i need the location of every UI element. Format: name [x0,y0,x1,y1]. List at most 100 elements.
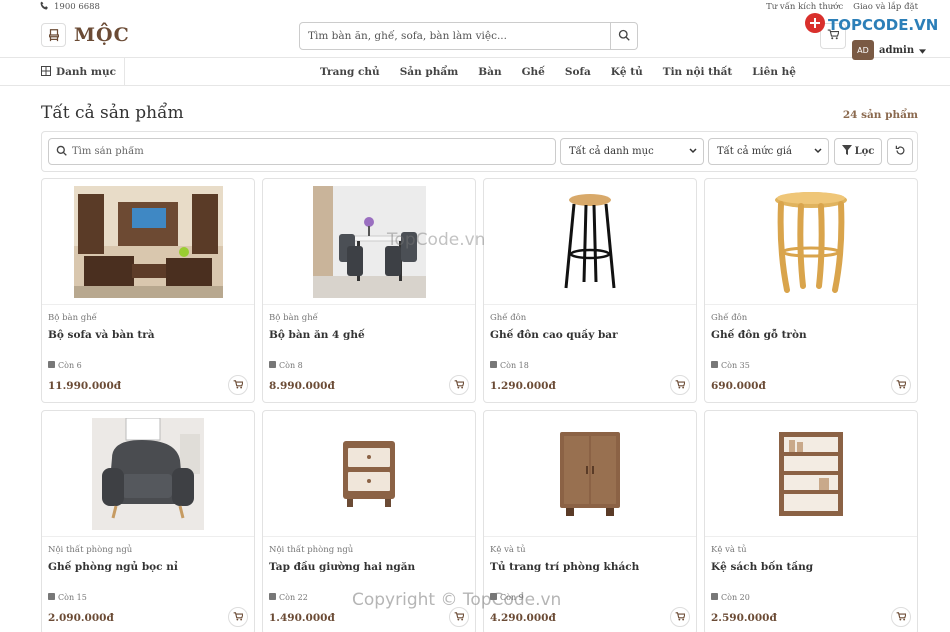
product-card[interactable]: Ghế đôn Ghế đôn cao quầy bar Còn 18 1.29… [483,178,697,403]
filter-bar: Tất cả danh mục Tất cả mức giá Lọc [41,131,918,172]
product-image[interactable] [42,411,254,537]
stock-info: Còn 35 [711,361,750,370]
nav-contact[interactable]: Liên hệ [752,66,796,78]
topcode-logo-icon [804,12,826,38]
product-card[interactable]: Bộ bàn ghế Bộ sofa và bàn trà Còn 6 11.9… [41,178,255,403]
nav-sofa[interactable]: Sofa [565,66,591,78]
cart-icon [675,379,686,392]
stock-text: Còn 18 [500,361,529,370]
add-to-cart-button[interactable] [891,375,911,395]
nav-products[interactable]: Sản phẩm [400,66,459,78]
nav-tables[interactable]: Bàn [478,66,501,78]
price-select[interactable]: Tất cả mức giá [708,138,829,165]
stock-info: Còn 20 [711,593,750,602]
add-to-cart-button[interactable] [228,607,248,627]
link-size-advice[interactable]: Tư vấn kích thước [766,2,843,12]
add-to-cart-button[interactable] [449,607,469,627]
product-name[interactable]: Ghế đôn gỗ tròn [711,329,911,341]
filter-button-label: Lọc [854,146,875,157]
filter-button[interactable]: Lọc [834,138,882,165]
product-image[interactable] [42,179,254,305]
product-category: Ghế đôn [711,313,748,323]
brand-name: MỘC [74,24,130,46]
product-name[interactable]: Tủ trang trí phòng khách [490,561,690,573]
product-image[interactable] [705,179,917,305]
avatar: AD [852,40,874,60]
product-name[interactable]: Bộ bàn ăn 4 ghế [269,329,469,341]
bar-stool-photo [564,193,616,288]
add-to-cart-button[interactable] [670,607,690,627]
product-search-input[interactable] [72,146,555,157]
stock-info: Còn 22 [269,593,308,602]
add-to-cart-button[interactable] [228,375,248,395]
stock-info: Còn 8 [269,361,303,370]
add-to-cart-button[interactable] [449,375,469,395]
stock-text: Còn 15 [58,593,87,602]
stock-info: Còn 18 [490,361,529,370]
product-name[interactable]: Ghế phòng ngủ bọc nỉ [48,561,248,573]
product-image[interactable] [263,411,475,537]
stock-info: Còn 6 [48,361,82,370]
product-count: 24 sản phẩm [842,109,918,121]
nav-links: Trang chủ Sản phẩm Bàn Ghế Sofa Kệ tủ Ti… [320,58,796,86]
box-icon [269,593,276,602]
category-select[interactable]: Tất cả danh mục [560,138,704,165]
product-card[interactable]: Bộ bàn ghế Bộ bàn ăn 4 ghế Còn 8 8.990.0… [262,178,476,403]
living-room-photo [73,185,223,298]
link-delivery[interactable]: Giao và lắp đặt [853,2,918,12]
product-image[interactable] [705,411,917,537]
search-button[interactable] [610,23,637,49]
category-menu-button[interactable]: Danh mục [41,58,125,86]
chevron-down-icon [814,146,822,157]
box-icon [48,361,55,370]
grid-icon [41,65,51,79]
reset-button[interactable] [887,138,913,165]
nav-home[interactable]: Trang chủ [320,66,380,78]
product-card[interactable]: Ghế đôn Ghế đôn gỗ tròn Còn 35 690.000đ [704,178,918,403]
watermark-copyright: Copyright © TopCode.vn [352,590,562,610]
add-to-cart-button[interactable] [891,607,911,627]
product-name[interactable]: Kệ sách bốn tầng [711,561,911,573]
product-name[interactable]: Ghế đôn cao quầy bar [490,329,690,341]
page-header: Tất cả sản phẩm 24 sản phẩm [41,103,918,123]
search-input[interactable] [300,23,610,49]
product-category: Kệ và tủ [711,545,747,555]
wood-stool-photo [775,191,847,293]
price-select-value: Tất cả mức giá [717,146,792,157]
product-name[interactable]: Tap đầu giường hai ngăn [269,561,469,573]
product-image[interactable] [484,179,696,305]
product-name[interactable]: Bộ sofa và bàn trà [48,329,248,341]
caret-down-icon [919,44,927,57]
armchair-photo [92,417,204,530]
product-price: 690.000đ [711,380,766,392]
user-menu[interactable]: AD admin [852,40,927,60]
stock-text: Còn 6 [58,361,82,370]
box-icon [711,361,718,370]
reset-icon [895,145,906,159]
stock-text: Còn 22 [279,593,308,602]
phone-icon [40,1,49,13]
product-search [48,138,556,165]
product-card[interactable]: Kệ và tủ Kệ sách bốn tầng Còn 20 2.590.0… [704,410,918,632]
nav-shelves[interactable]: Kệ tủ [611,66,643,78]
main-nav: Danh mục Trang chủ Sản phẩm Bàn Ghế Sofa… [0,58,950,86]
category-menu-label: Danh mục [56,66,116,78]
page-title: Tất cả sản phẩm [41,103,184,123]
brand-logo[interactable]: MỘC [41,23,130,47]
search-icon [56,145,67,159]
cart-icon [454,611,465,624]
search-icon [618,29,630,44]
stock-text: Còn 8 [279,361,303,370]
box-icon [269,361,276,370]
watermark-center: TopCode.vn [387,230,486,250]
user-name: admin [879,44,915,56]
cart-icon [896,611,907,624]
product-image[interactable] [484,411,696,537]
cart-icon [675,611,686,624]
nav-chairs[interactable]: Ghế [522,66,545,78]
nav-news[interactable]: Tin nội thất [663,66,733,78]
add-to-cart-button[interactable] [670,375,690,395]
product-card[interactable]: Nội thất phòng ngủ Ghế phòng ngủ bọc nỉ … [41,410,255,632]
product-category: Nội thất phòng ngủ [48,545,133,555]
stock-text: Còn 35 [721,361,750,370]
